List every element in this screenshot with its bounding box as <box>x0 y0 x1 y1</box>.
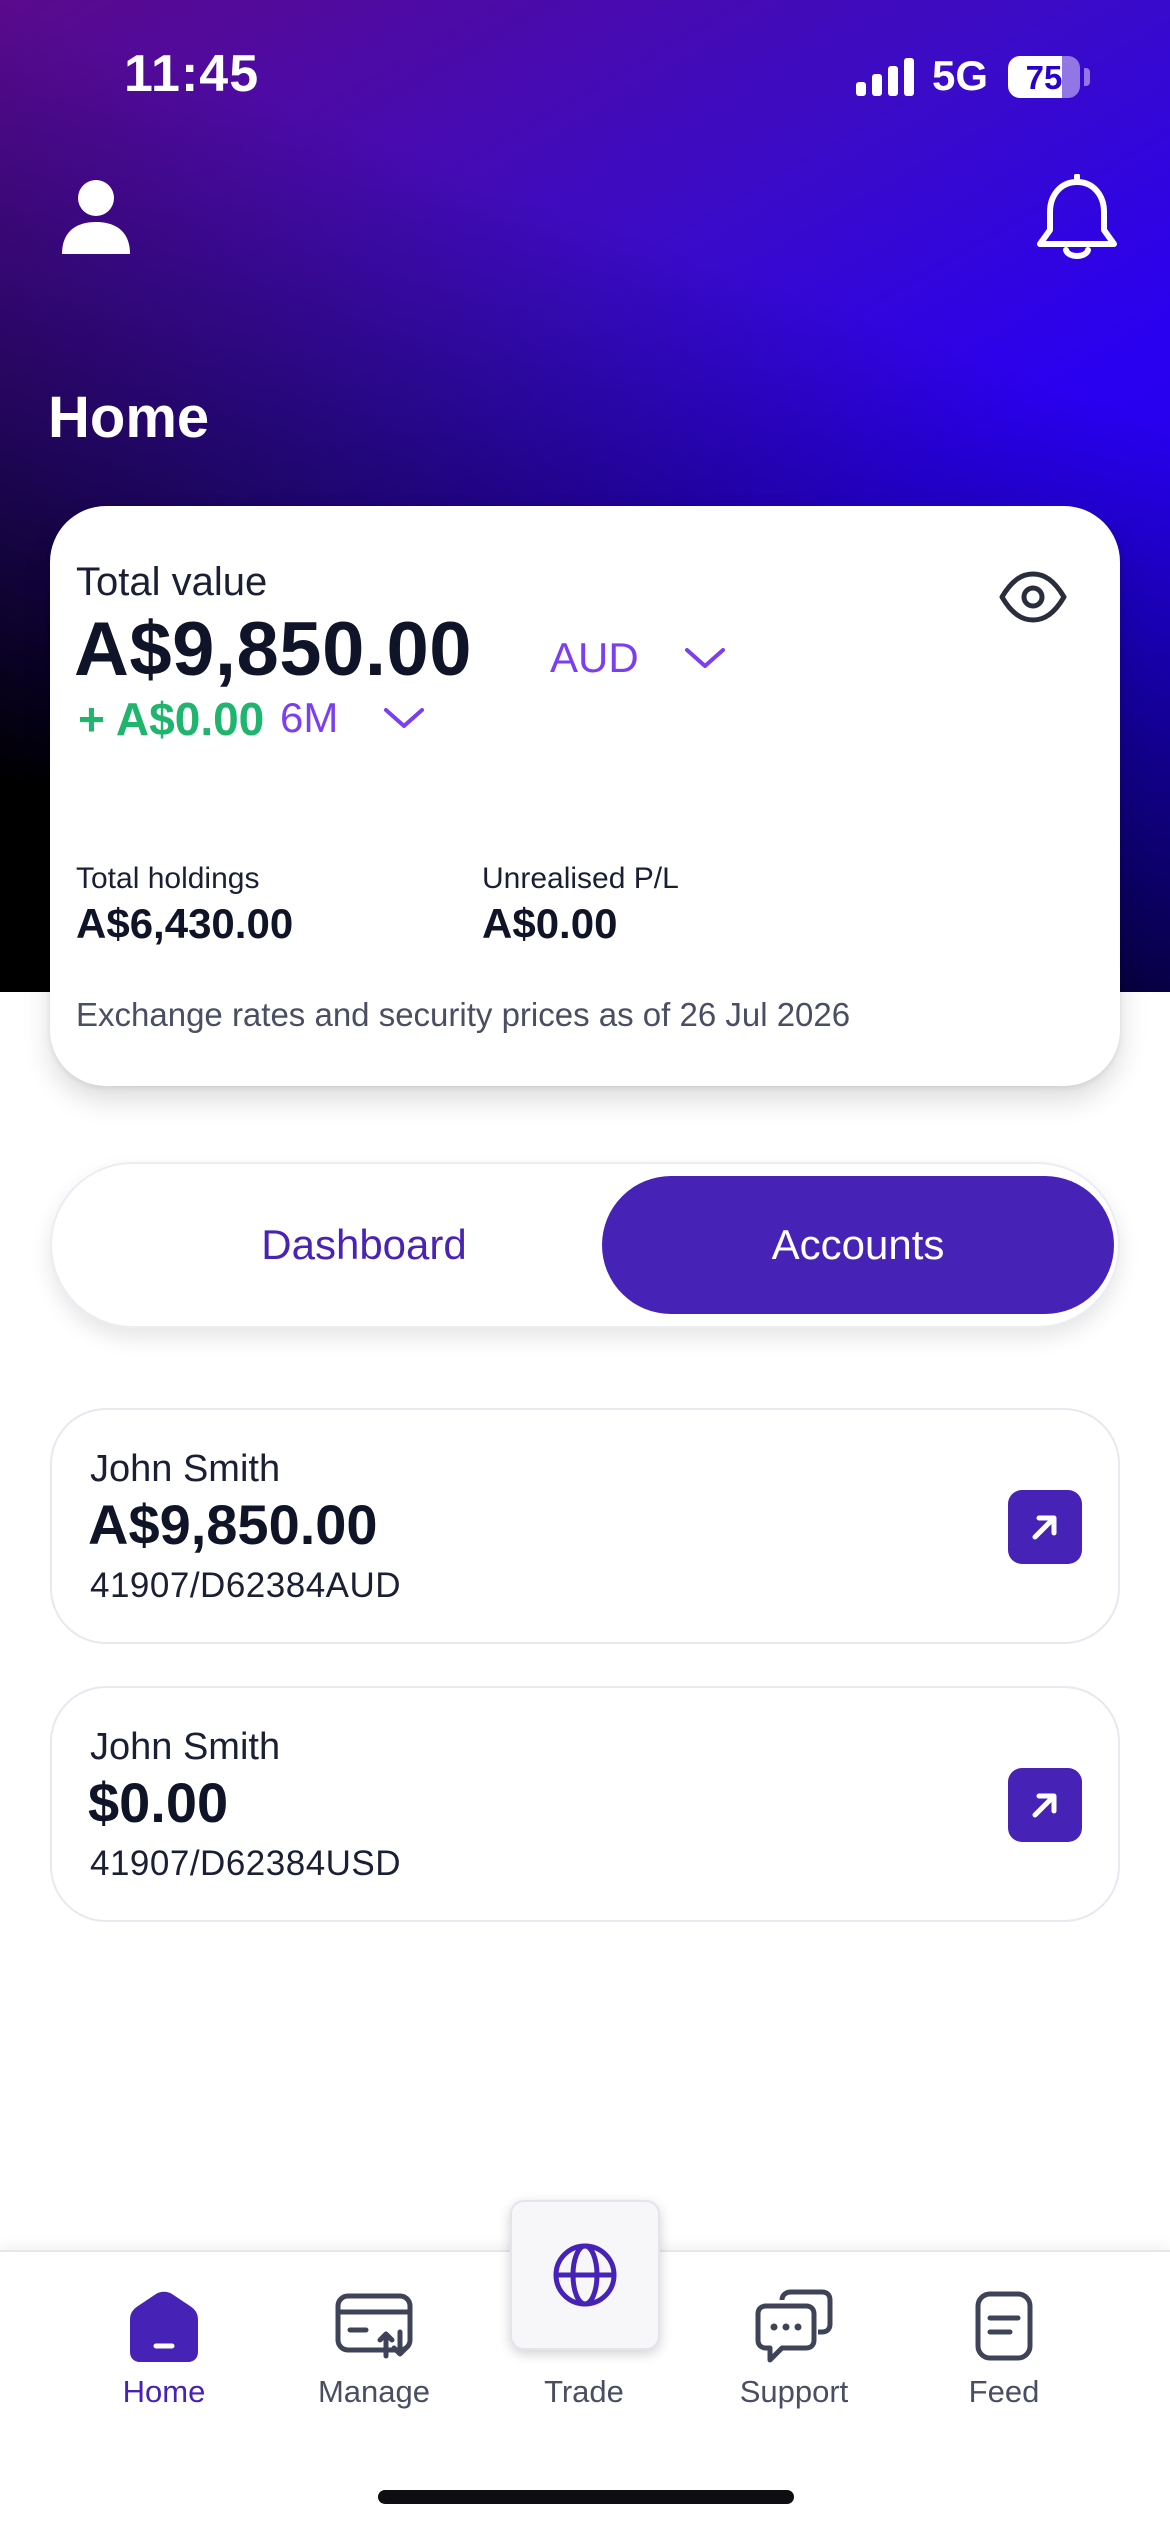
notifications-button[interactable] <box>1032 173 1122 266</box>
open-account-button[interactable] <box>1008 1768 1082 1842</box>
account-balance: $0.00 <box>88 1771 229 1834</box>
tab-manage[interactable]: Manage <box>284 2286 464 2436</box>
unrealised-pl-stat: Unrealised P/L A$0.00 <box>482 862 679 948</box>
total-holdings-label: Total holdings <box>76 862 260 895</box>
globe-icon <box>553 2243 617 2307</box>
tab-feed[interactable]: Feed <box>914 2286 1094 2436</box>
account-number: 41907/D62384AUD <box>90 1566 402 1605</box>
account-number: 41907/D62384USD <box>90 1844 402 1883</box>
unrealised-pl-label: Unrealised P/L <box>482 862 679 895</box>
chat-bubbles-icon <box>755 2289 833 2363</box>
tab-support-label: Support <box>739 2374 849 2409</box>
status-time: 11:45 <box>124 45 260 103</box>
total-holdings-stat: Total holdings A$6,430.00 <box>76 862 293 948</box>
currency-dropdown[interactable]: AUD <box>550 628 727 688</box>
home-icon <box>130 2291 198 2362</box>
rates-note: Exchange rates and security prices as of… <box>76 996 851 1033</box>
arrow-up-right-icon <box>1032 1515 1057 1540</box>
tab-home-label: Home <box>122 2374 206 2409</box>
trade-button[interactable] <box>510 2200 660 2350</box>
toggle-visibility-button[interactable] <box>998 562 1068 632</box>
tab-trade-label: Trade <box>544 2374 624 2409</box>
account-holder-name: John Smith <box>90 1448 281 1490</box>
total-holdings-value: A$6,430.00 <box>76 900 294 947</box>
chevron-down-icon <box>384 708 425 728</box>
cellular-signal-icon <box>856 58 914 96</box>
person-icon <box>62 180 130 254</box>
tab-support[interactable]: Support <box>704 2286 884 2436</box>
portfolio-summary-card: Total value A$9,850.00 AUD + A$0.00 6M T… <box>50 506 1120 1086</box>
account-card[interactable]: John Smith A$9,850.00 41907/D62384AUD <box>50 1408 1120 1644</box>
page-title: Home <box>48 385 210 450</box>
open-account-button[interactable] <box>1008 1490 1082 1564</box>
network-type: 5G <box>932 52 989 99</box>
card-transfer-icon <box>335 2293 413 2359</box>
view-segmented-control: Dashboard Accounts <box>50 1162 1120 1328</box>
total-value-amount: A$9,850.00 <box>74 607 472 692</box>
battery-percent: 75 <box>1025 59 1063 96</box>
account-balance: A$9,850.00 <box>88 1493 378 1556</box>
account-holder-name: John Smith <box>90 1726 281 1768</box>
period-label: 6M <box>280 694 339 741</box>
unrealised-pl-value: A$0.00 <box>482 900 618 947</box>
home-indicator <box>378 2490 794 2504</box>
total-value-label: Total value <box>76 560 268 604</box>
account-card[interactable]: John Smith $0.00 41907/D62384USD <box>50 1686 1120 1922</box>
tab-feed-label: Feed <box>968 2374 1040 2409</box>
period-dropdown[interactable]: 6M <box>280 688 426 748</box>
arrow-up-right-icon <box>1032 1793 1057 1818</box>
tab-home[interactable]: Home <box>74 2286 254 2436</box>
document-icon <box>975 2291 1033 2361</box>
change-value: + A$0.00 <box>78 693 265 745</box>
currency-label: AUD <box>550 634 639 681</box>
tab-manage-label: Manage <box>317 2374 431 2409</box>
chevron-down-icon <box>684 648 725 668</box>
tab-dashboard[interactable]: Dashboard <box>108 1176 620 1314</box>
status-bar: 11:45 5G 75 <box>0 0 1170 150</box>
eye-icon <box>999 571 1067 623</box>
battery-icon: 75 <box>1008 56 1080 98</box>
battery-nub <box>1084 68 1090 86</box>
bell-icon <box>1037 173 1117 259</box>
profile-button[interactable] <box>56 174 136 260</box>
tab-accounts[interactable]: Accounts <box>602 1176 1114 1314</box>
